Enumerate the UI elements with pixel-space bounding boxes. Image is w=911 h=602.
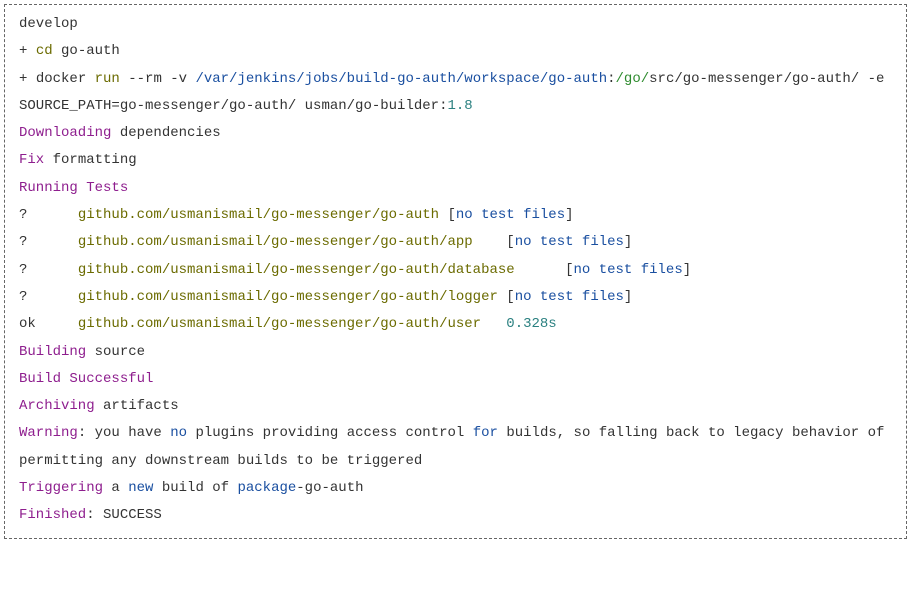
triggering-text: -go-auth <box>296 480 363 496</box>
build-successful: Build Successful <box>19 371 153 387</box>
warning-for: for <box>473 425 498 441</box>
warning-colon: : <box>78 425 95 441</box>
bracket: [ <box>506 234 514 250</box>
cmd-run: run <box>95 71 129 87</box>
archiving-text: artifacts <box>95 398 179 414</box>
test-status: ? <box>19 234 78 250</box>
warning-no: no <box>170 425 187 441</box>
cmd-host-path: /var/jenkins/jobs/build-go-auth/workspac… <box>195 71 607 87</box>
test-status-ok: ok <box>19 316 78 332</box>
fix-keyword: Fix <box>19 152 44 168</box>
cmd-plus: + <box>19 71 36 87</box>
triggering-text: build of <box>153 480 237 496</box>
test-status: ? <box>19 207 78 223</box>
warning-text: plugins providing access control <box>187 425 473 441</box>
test-pkg: github.com/usmanismail/go-messenger/go-a… <box>78 316 506 332</box>
test-msg: no test files <box>515 289 624 305</box>
building-text: source <box>86 344 145 360</box>
test-status: ? <box>19 289 78 305</box>
test-pkg: github.com/usmanismail/go-messenger/go-a… <box>78 262 565 278</box>
bracket: [ <box>506 289 514 305</box>
test-pkg: github.com/usmanismail/go-messenger/go-a… <box>78 289 506 305</box>
branch-line: develop <box>19 16 78 32</box>
test-msg: no test files <box>574 262 683 278</box>
downloading-text: dependencies <box>111 125 220 141</box>
fix-text: formatting <box>44 152 136 168</box>
triggering-keyword: Triggering <box>19 480 103 496</box>
triggering-text: a <box>103 480 128 496</box>
test-msg: no test files <box>515 234 624 250</box>
bracket: ] <box>624 289 632 305</box>
cmd-version: 1.8 <box>447 98 472 114</box>
cmd-cd-arg: go-auth <box>53 43 120 59</box>
console-output: develop + cd go-auth + docker run --rm -… <box>4 4 907 539</box>
cmd-container-path: /go/ <box>616 71 650 87</box>
cmd-cd: cd <box>36 43 53 59</box>
cmd-docker: docker <box>36 71 95 87</box>
test-status: ? <box>19 262 78 278</box>
running-tests: Running Tests <box>19 180 128 196</box>
test-pkg: github.com/usmanismail/go-messenger/go-a… <box>78 207 448 223</box>
triggering-new: new <box>128 480 153 496</box>
cmd-plus: + <box>19 43 36 59</box>
finished-text: : SUCCESS <box>86 507 162 523</box>
bracket: [ <box>565 262 573 278</box>
cmd-flags: --rm -v <box>128 71 195 87</box>
bracket: ] <box>683 262 691 278</box>
cmd-colon: : <box>607 71 615 87</box>
downloading-keyword: Downloading <box>19 125 111 141</box>
archiving-keyword: Archiving <box>19 398 95 414</box>
warning-text: you have <box>95 425 171 441</box>
test-time: 0.328s <box>506 316 556 332</box>
bracket: [ <box>447 207 455 223</box>
triggering-package: package <box>237 480 296 496</box>
building-keyword: Building <box>19 344 86 360</box>
test-msg: no test files <box>456 207 565 223</box>
bracket: ] <box>624 234 632 250</box>
bracket: ] <box>565 207 573 223</box>
test-pkg: github.com/usmanismail/go-messenger/go-a… <box>78 234 506 250</box>
finished-keyword: Finished <box>19 507 86 523</box>
warning-keyword: Warning <box>19 425 78 441</box>
